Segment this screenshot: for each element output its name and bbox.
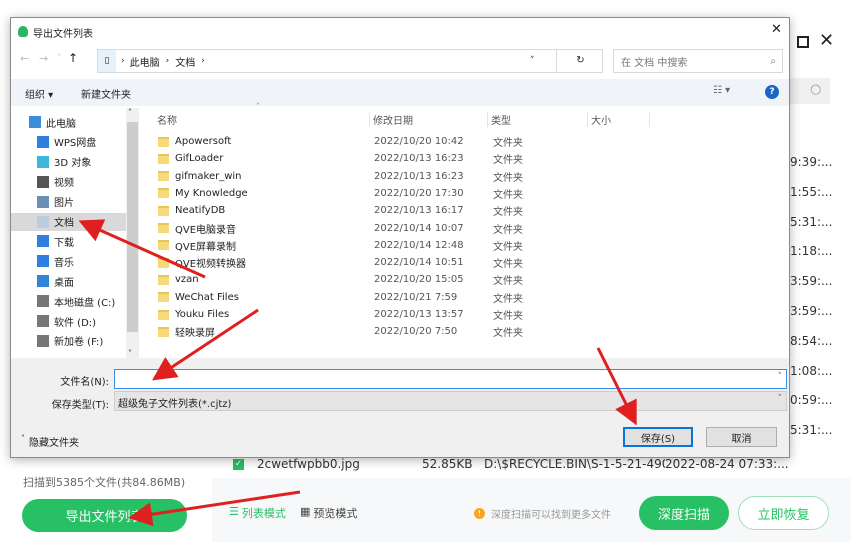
arrow-to-documents <box>78 219 206 279</box>
arrow-to-save <box>596 347 637 426</box>
arrow-to-export <box>128 490 301 527</box>
annotation-arrows <box>78 219 637 527</box>
arrow-to-filename <box>152 308 259 381</box>
